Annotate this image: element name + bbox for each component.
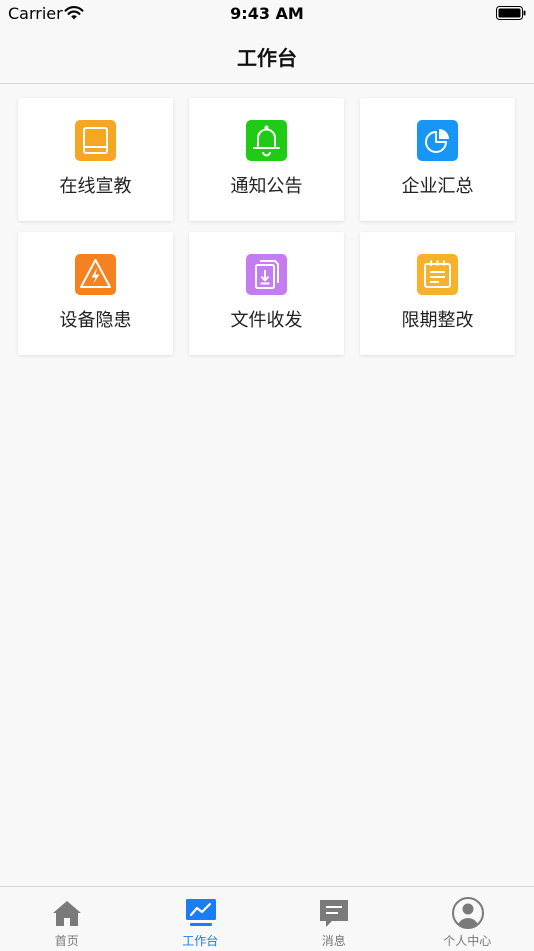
card-label: 通知公告	[189, 172, 344, 198]
battery-icon	[496, 6, 526, 20]
notepad-icon	[417, 254, 458, 295]
trend-chart-icon	[184, 896, 218, 930]
tab-home[interactable]: 首页	[0, 887, 134, 951]
warning-lightning-icon	[75, 254, 116, 295]
pie-chart-icon	[417, 120, 458, 161]
enterprise-summary-card[interactable]: 企业汇总	[360, 98, 515, 221]
equipment-hazard-card[interactable]: 设备隐患	[18, 232, 173, 355]
tab-messages[interactable]: 消息	[267, 887, 401, 951]
card-label: 企业汇总	[360, 172, 515, 198]
card-label: 在线宣教	[18, 172, 173, 198]
tab-profile[interactable]: 个人中心	[401, 887, 534, 951]
tab-workbench[interactable]: 工作台	[134, 887, 268, 951]
tab-bar: 首页 工作台 消息 个人中心	[0, 886, 534, 951]
navigation-bar: 工作台	[0, 30, 534, 84]
tab-label: 个人中心	[401, 932, 534, 949]
tab-label: 工作台	[134, 932, 268, 949]
clock-time: 9:43 AM	[0, 4, 534, 23]
tab-label: 首页	[0, 932, 134, 949]
tab-label: 消息	[267, 932, 401, 949]
status-bar: Carrier 9:43 AM	[0, 0, 534, 30]
user-circle-icon	[451, 896, 485, 930]
file-download-icon	[246, 254, 287, 295]
card-label: 限期整改	[360, 306, 515, 332]
card-label: 文件收发	[189, 306, 344, 332]
home-icon	[50, 896, 84, 930]
book-icon	[75, 120, 116, 161]
deadline-rectification-card[interactable]: 限期整改	[360, 232, 515, 355]
notice-announcement-card[interactable]: 通知公告	[189, 98, 344, 221]
bell-icon	[246, 120, 287, 161]
page-title: 工作台	[0, 42, 534, 71]
online-education-card[interactable]: 在线宣教	[18, 98, 173, 221]
message-icon	[317, 896, 351, 930]
card-label: 设备隐患	[18, 306, 173, 332]
file-transfer-card[interactable]: 文件收发	[189, 232, 344, 355]
